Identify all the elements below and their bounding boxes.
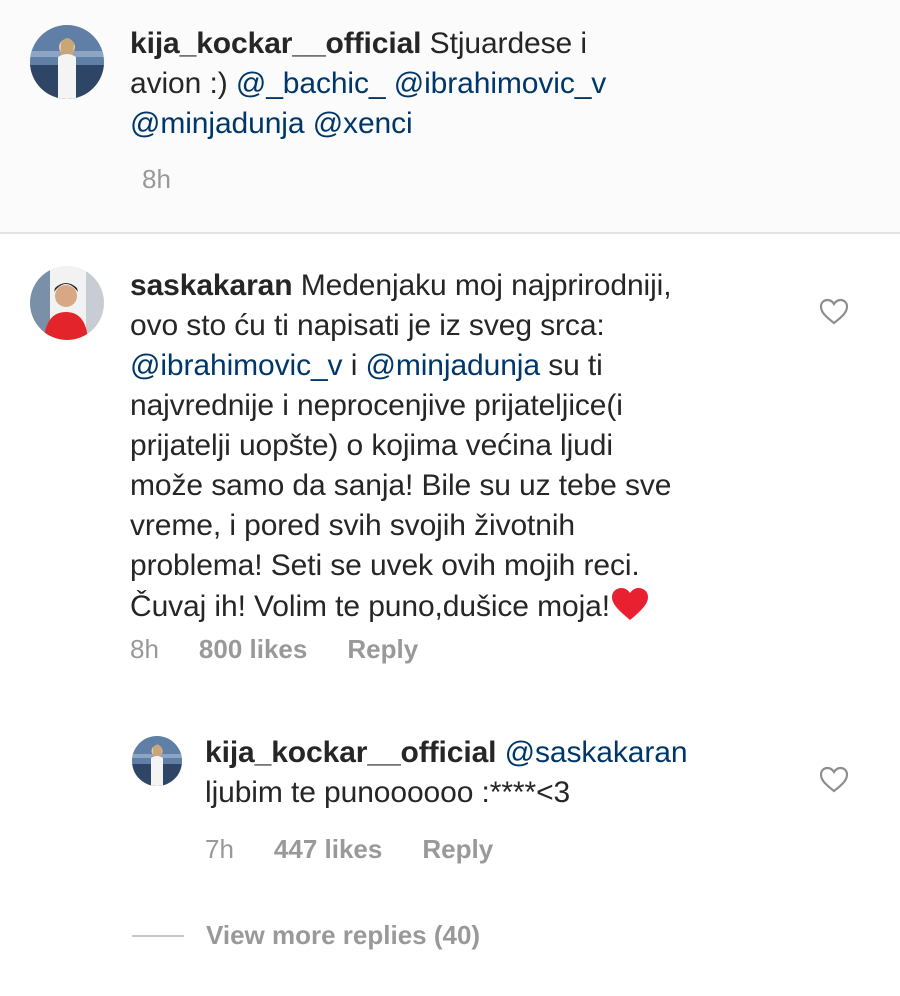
reply-likes-count[interactable]: 447 likes bbox=[274, 834, 382, 864]
caption-text: kija_kockar__official Stjuardese i avion… bbox=[130, 24, 750, 144]
caption-divider bbox=[0, 232, 900, 234]
reply-avatar[interactable] bbox=[132, 736, 182, 786]
heart-outline-icon bbox=[819, 298, 849, 325]
view-more-line bbox=[132, 934, 184, 937]
comment-avatar[interactable] bbox=[30, 266, 104, 340]
reply-time: 7h bbox=[205, 834, 234, 864]
comment-text: saskakaran Medenjaku moj najprirodniji, … bbox=[130, 266, 810, 627]
comment-like-button[interactable] bbox=[819, 298, 849, 326]
comment-line-7: vreme, i pored svih svojih životnih bbox=[130, 509, 576, 542]
caption-section: kija_kockar__official Stjuardese i avion… bbox=[0, 0, 900, 232]
caption-body-2: avion :) bbox=[130, 67, 228, 100]
reply-like-button[interactable] bbox=[819, 766, 849, 794]
comment-time: 8h bbox=[130, 634, 159, 664]
comment-line-6: može samo da sanja! Bile su uz tebe sve bbox=[130, 469, 672, 502]
reply-meta: 7h 447 likes Reply bbox=[205, 834, 493, 864]
view-more-label: View more replies (40) bbox=[206, 920, 481, 950]
heart-outline-icon bbox=[819, 766, 849, 793]
comment-line-5: prijatelji uopšte) o kojima većina ljudi bbox=[130, 429, 613, 462]
reply-reply-button[interactable]: Reply bbox=[422, 834, 493, 864]
red-heart-emoji-icon bbox=[612, 588, 648, 620]
caption-meta: 8h bbox=[142, 164, 171, 194]
caption-body-1: Stjuardese i bbox=[429, 27, 587, 60]
comment-line-4: najvrednije i neprocenjive prijateljice(… bbox=[130, 389, 623, 422]
avatar-photo bbox=[132, 736, 182, 786]
reply-mention-saskakaran[interactable]: @saskakaran bbox=[505, 736, 688, 769]
caption-mention-bachic[interactable]: @_bachic_ bbox=[236, 67, 386, 100]
caption-avatar[interactable] bbox=[30, 25, 104, 99]
comment-likes-count[interactable]: 800 likes bbox=[199, 634, 307, 664]
comment-username[interactable]: saskakaran bbox=[130, 269, 293, 302]
reply-text: kija_kockar__official @saskakaran ljubim… bbox=[205, 733, 805, 813]
caption-mention-ibrahimovic[interactable]: @ibrahimovic_v bbox=[394, 67, 607, 100]
comment-mention-minjadunja[interactable]: @minjadunja bbox=[366, 349, 541, 382]
comment-mention-ibrahimovic[interactable]: @ibrahimovic_v bbox=[130, 349, 343, 382]
caption-mention-xenci[interactable]: @xenci bbox=[313, 107, 413, 140]
avatar-photo bbox=[30, 266, 104, 340]
comment-line-3-tail: su ti bbox=[539, 349, 603, 382]
caption-mention-minjadunja[interactable]: @minjadunja bbox=[130, 107, 305, 140]
comment-line-9: Čuvaj ih! Volim te puno,dušice moja! bbox=[130, 590, 610, 623]
reply-username[interactable]: kija_kockar__official bbox=[205, 736, 497, 769]
avatar-photo bbox=[30, 25, 104, 99]
comment-meta: 8h 800 likes Reply bbox=[130, 634, 418, 664]
view-more-replies-button[interactable]: View more replies (40) bbox=[132, 920, 480, 951]
reply-body: ljubim te punoooooo :****<3 bbox=[205, 776, 571, 809]
comment-line-2: ovo sto ću ti napisati je iz sveg srca: bbox=[130, 309, 605, 342]
caption-time: 8h bbox=[142, 164, 171, 194]
comment-connector: i bbox=[342, 349, 366, 382]
comment-reply-button[interactable]: Reply bbox=[347, 634, 418, 664]
caption-username[interactable]: kija_kockar__official bbox=[130, 27, 422, 60]
comment-line-1: Medenjaku moj najprirodniji, bbox=[300, 269, 672, 302]
comment-line-8: problema! Seti se uvek ovih mojih reci. bbox=[130, 549, 640, 582]
